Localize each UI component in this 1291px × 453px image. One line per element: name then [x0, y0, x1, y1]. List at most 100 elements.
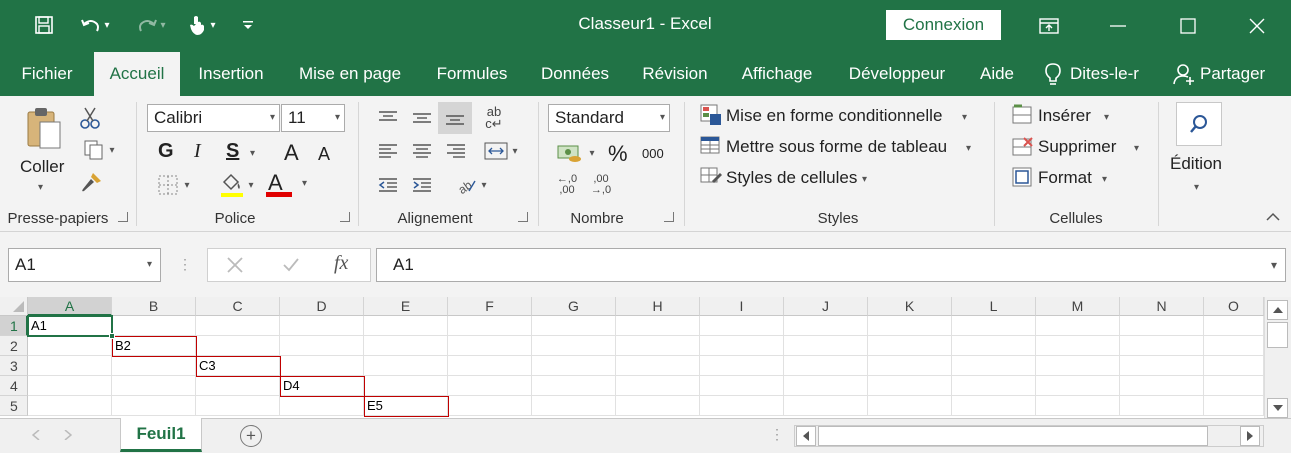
column-header-g[interactable]: G — [532, 297, 616, 316]
cell-i2[interactable] — [700, 336, 784, 356]
row-header-1[interactable]: 1 — [0, 316, 28, 336]
align-top-icon[interactable] — [372, 104, 404, 132]
align-middle-icon[interactable] — [406, 104, 438, 132]
cell-k3[interactable] — [868, 356, 952, 376]
insert-cells-button[interactable]: Insérer — [1038, 106, 1091, 126]
borders-icon[interactable]: ▾ — [152, 174, 196, 196]
cell-h3[interactable] — [616, 356, 700, 376]
increase-decimal-icon[interactable]: ←,0,00 — [552, 172, 582, 198]
cell-n5[interactable] — [1120, 396, 1204, 416]
touch-mode-icon[interactable]: ▾ — [180, 10, 224, 40]
cell-styles-button[interactable]: Styles de cellules — [726, 168, 857, 188]
cell-g1[interactable] — [532, 316, 616, 336]
percent-button[interactable]: % — [608, 141, 628, 167]
cell-k5[interactable] — [868, 396, 952, 416]
tell-me-search[interactable]: Dites-le-r — [1070, 52, 1158, 96]
column-header-l[interactable]: L — [952, 297, 1036, 316]
cell-c4[interactable] — [196, 376, 280, 396]
orientation-icon[interactable]: ab ▾ — [448, 172, 494, 198]
cell-k2[interactable] — [868, 336, 952, 356]
conditional-format-dropdown[interactable]: ▾ — [962, 112, 967, 123]
name-box[interactable]: A1 ▾ — [8, 248, 161, 282]
share-person-icon[interactable] — [1172, 62, 1196, 86]
cell-n4[interactable] — [1120, 376, 1204, 396]
delete-cells-button[interactable]: Supprimer — [1038, 137, 1116, 157]
grow-font-button[interactable]: A — [284, 140, 299, 166]
copy-icon[interactable]: ▾ — [78, 138, 120, 162]
signin-button[interactable]: Connexion — [886, 10, 1001, 40]
cell-b4[interactable] — [112, 376, 196, 396]
cell-f3[interactable] — [448, 356, 532, 376]
cell-h4[interactable] — [616, 376, 700, 396]
tab-aide[interactable]: Aide — [968, 52, 1026, 96]
column-header-d[interactable]: D — [280, 297, 364, 316]
alignment-launcher-icon[interactable] — [518, 212, 528, 222]
cell-d1[interactable] — [280, 316, 364, 336]
cell-j5[interactable] — [784, 396, 868, 416]
increase-indent-icon[interactable] — [406, 172, 438, 198]
cell-o5[interactable] — [1204, 396, 1264, 416]
cell-b3[interactable] — [112, 356, 196, 376]
formula-input[interactable]: A1 ▾ — [376, 248, 1286, 282]
scroll-down-icon[interactable] — [1267, 398, 1288, 418]
cell-g3[interactable] — [532, 356, 616, 376]
column-header-f[interactable]: F — [448, 297, 532, 316]
format-painter-icon[interactable] — [78, 170, 104, 194]
scroll-right-icon[interactable] — [1240, 426, 1260, 446]
cell-a5[interactable] — [28, 396, 112, 416]
wrap-text-icon[interactable]: ab c↵ — [480, 104, 508, 132]
cell-g4[interactable] — [532, 376, 616, 396]
cell-l3[interactable] — [952, 356, 1036, 376]
tab-donnees[interactable]: Données — [530, 52, 620, 96]
cell-l1[interactable] — [952, 316, 1036, 336]
cell-styles-dropdown[interactable]: ▾ — [862, 174, 867, 185]
cancel-icon[interactable] — [222, 252, 248, 278]
scroll-left-icon[interactable] — [796, 426, 816, 446]
prev-sheet-icon[interactable] — [26, 424, 46, 446]
cell-h1[interactable] — [616, 316, 700, 336]
cell-m3[interactable] — [1036, 356, 1120, 376]
tab-mise-en-page[interactable]: Mise en page — [288, 52, 412, 96]
cell-b5[interactable] — [112, 396, 196, 416]
tab-affichage[interactable]: Affichage — [728, 52, 826, 96]
fill-handle[interactable] — [109, 333, 115, 339]
cell-f5[interactable] — [448, 396, 532, 416]
tab-insertion[interactable]: Insertion — [186, 52, 276, 96]
cell-o2[interactable] — [1204, 336, 1264, 356]
underline-button[interactable]: S — [226, 140, 239, 163]
cell-m4[interactable] — [1036, 376, 1120, 396]
customize-icon[interactable] — [238, 10, 258, 40]
cell-o1[interactable] — [1204, 316, 1264, 336]
column-header-j[interactable]: J — [784, 297, 868, 316]
cell-o3[interactable] — [1204, 356, 1264, 376]
close-icon[interactable] — [1234, 0, 1280, 52]
tab-formules[interactable]: Formules — [424, 52, 520, 96]
cell-h5[interactable] — [616, 396, 700, 416]
fill-color-icon[interactable]: ▾ — [214, 172, 260, 198]
column-header-m[interactable]: M — [1036, 297, 1120, 316]
cell-n1[interactable] — [1120, 316, 1204, 336]
tab-developpeur[interactable]: Développeur — [836, 52, 958, 96]
ribbon-display-icon[interactable] — [1026, 0, 1072, 52]
shrink-font-button[interactable]: A — [318, 144, 330, 165]
column-header-e[interactable]: E — [364, 297, 448, 316]
format-cells-dropdown[interactable]: ▾ — [1102, 174, 1107, 185]
number-launcher-icon[interactable] — [664, 212, 674, 222]
align-right-icon[interactable] — [440, 138, 472, 164]
merge-center-icon[interactable]: ▾ — [478, 138, 524, 164]
row-header-4[interactable]: 4 — [0, 376, 28, 396]
tab-accueil[interactable]: Accueil — [94, 52, 180, 96]
paste-label[interactable]: Coller — [20, 157, 64, 177]
row-header-2[interactable]: 2 — [0, 336, 28, 356]
cell-k1[interactable] — [868, 316, 952, 336]
font-size-select[interactable]: 11 ▾ — [281, 104, 345, 132]
underline-dropdown[interactable]: ▾ — [250, 148, 255, 159]
tab-revision[interactable]: Révision — [634, 52, 716, 96]
cell-f4[interactable] — [448, 376, 532, 396]
delete-cells-dropdown[interactable]: ▾ — [1134, 143, 1139, 154]
column-header-k[interactable]: K — [868, 297, 952, 316]
cell-f2[interactable] — [448, 336, 532, 356]
cell-m1[interactable] — [1036, 316, 1120, 336]
column-header-c[interactable]: C — [196, 297, 280, 316]
cell-g2[interactable] — [532, 336, 616, 356]
